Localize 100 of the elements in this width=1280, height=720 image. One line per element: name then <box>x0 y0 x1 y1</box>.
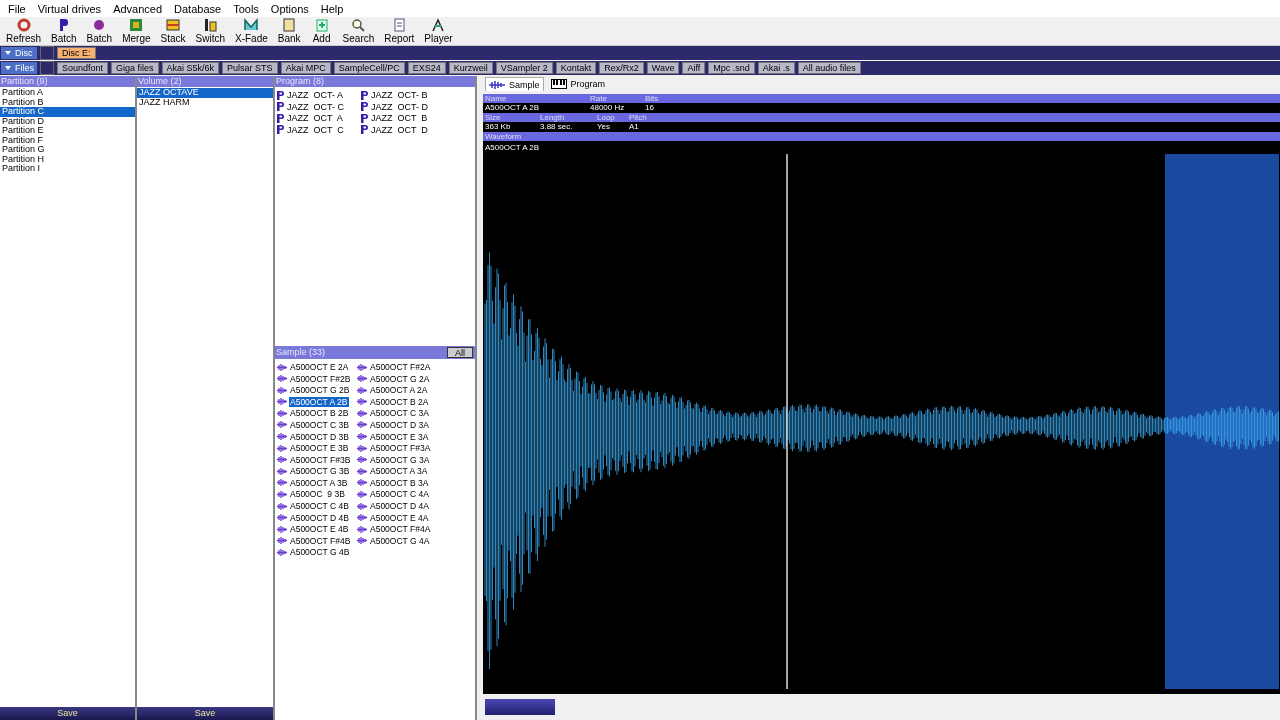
file-type-button[interactable]: Akai MPC <box>280 62 331 74</box>
file-type-button[interactable]: Aiff <box>682 62 706 74</box>
partition-item[interactable]: Partition A <box>0 88 135 98</box>
drive-button[interactable]: Disc E: <box>57 47 96 59</box>
sample-item[interactable]: A500OCT B 2B <box>289 408 350 419</box>
volume-item[interactable]: JAZZ HARM <box>137 97 273 107</box>
file-type-button[interactable]: Pulsar STS <box>222 62 278 74</box>
toolbar-button[interactable]: Batch <box>82 18 117 44</box>
sample-item[interactable]: A500OCT B 2A <box>369 396 430 407</box>
program-item[interactable]: JAZZ OCT- A <box>287 90 343 100</box>
menu-item[interactable]: Help <box>314 2 350 15</box>
partition-item[interactable]: Partition G <box>0 145 135 155</box>
save-button[interactable]: Save <box>137 707 273 720</box>
program-item[interactable]: JAZZ OCT B <box>371 113 428 123</box>
toolbar-button[interactable]: Batch <box>47 18 81 44</box>
files-dropdown[interactable]: Files <box>1 62 37 74</box>
sample-item[interactable]: A500OCT A 2B <box>289 396 349 407</box>
program-item[interactable]: JAZZ OCT- C <box>287 101 344 112</box>
sample-item[interactable]: A500OCT B 3A <box>369 477 430 488</box>
toolbar-button[interactable]: Refresh <box>2 18 45 44</box>
file-type-button[interactable]: Akai .s <box>757 62 795 74</box>
program-item[interactable]: JAZZ OCT- B <box>371 90 428 100</box>
sample-item[interactable]: A500OCT E 4B <box>289 524 350 535</box>
sample-item[interactable]: A500OCT D 4A <box>369 501 430 512</box>
partition-item[interactable]: Partition C <box>0 107 135 117</box>
sample-item[interactable]: A500OCT F#4A <box>369 524 432 535</box>
toolbar-button[interactable]: Switch <box>191 18 229 44</box>
toolbar-button[interactable]: Add <box>306 18 337 44</box>
file-type-button[interactable]: Giga files <box>111 62 159 74</box>
sample-item[interactable]: A500OCT D 3B <box>289 431 350 442</box>
partition-item[interactable]: Partition F <box>0 135 135 145</box>
sample-item[interactable]: A500OCT E 3B <box>289 443 350 454</box>
sample-item[interactable]: A500OCT G 4A <box>369 535 431 546</box>
sample-item[interactable]: A500OCT G 2B <box>289 385 351 396</box>
file-type-button[interactable]: Mpc .snd <box>708 62 755 74</box>
file-type-button[interactable]: Wave <box>646 62 680 74</box>
toolbar-button[interactable]: Stack <box>156 18 190 44</box>
sample-item[interactable]: A500OCT A 2A <box>369 385 429 396</box>
sample-item[interactable]: A500OCT A 3B <box>289 477 349 488</box>
sample-item[interactable]: A500OCT G 2A <box>369 373 431 384</box>
menu-item[interactable]: Options <box>264 2 315 15</box>
file-type-button[interactable]: Soundfont <box>57 62 109 74</box>
toolbar-button[interactable]: Report <box>380 18 419 44</box>
sample-item[interactable]: A500OCT C 3B <box>289 420 350 430</box>
file-type-button[interactable]: All audio files <box>797 62 861 74</box>
file-type-button[interactable]: SampleCell/PC <box>333 62 405 74</box>
field-label: Pitch <box>627 113 1280 122</box>
partition-item[interactable]: Partition I <box>0 164 135 174</box>
partition-item[interactable]: Partition D <box>0 116 135 126</box>
file-type-button[interactable]: Rex/Rx2 <box>599 62 644 74</box>
save-button[interactable]: Save <box>0 707 135 720</box>
program-item[interactable]: JAZZ OCT A <box>287 113 343 123</box>
menu-item[interactable]: File <box>2 2 32 15</box>
program-icon <box>361 113 368 123</box>
sample-item[interactable]: A500OCT F#2B <box>289 373 352 384</box>
program-item[interactable]: JAZZ OCT- D <box>371 101 428 112</box>
file-type-button[interactable]: VSampler 2 <box>495 62 553 74</box>
all-button[interactable]: All <box>447 347 473 358</box>
toolbar-button[interactable]: Bank <box>273 18 305 44</box>
menu-item[interactable]: Virtual drives <box>31 2 108 15</box>
file-type-button[interactable]: Kurzweil <box>448 62 493 74</box>
sample-item[interactable]: A500OCT C 3A <box>369 408 430 419</box>
sample-item[interactable]: A500OCT A 3A <box>369 466 429 477</box>
sample-item[interactable]: A500OCT F#3B <box>289 454 352 465</box>
sample-item[interactable]: A500OCT D 3A <box>369 420 430 430</box>
sample-item[interactable]: A500OCT G 4B <box>289 547 351 558</box>
sample-item[interactable]: A500OCT E 2A <box>289 362 350 373</box>
sample-item[interactable]: A500OCT C 4A <box>369 489 430 500</box>
sample-item[interactable]: A500OCT D 4B <box>289 512 350 523</box>
waveform-icon <box>357 467 367 475</box>
file-type-button[interactable]: EXS24 <box>407 62 446 74</box>
toolbar-button[interactable]: Merge <box>118 18 155 44</box>
file-type-button[interactable]: Akai S5k/6k <box>161 62 220 74</box>
sample-item[interactable]: A500OCT F#4B <box>289 535 352 546</box>
partition-item[interactable]: Partition B <box>0 97 135 107</box>
menu-item[interactable]: Database <box>168 2 228 15</box>
search-icon <box>351 18 366 32</box>
menu-item[interactable]: Advanced <box>107 2 169 15</box>
sample-item[interactable]: A500OCT E 3A <box>369 431 430 442</box>
partition-item[interactable]: Partition H <box>0 154 135 164</box>
sample-item[interactable]: A500OCT G 3B <box>289 466 351 477</box>
disc-dropdown[interactable]: Disc <box>1 47 37 59</box>
file-type-button[interactable]: Kontakt <box>555 62 597 74</box>
sample-item[interactable]: A500OCT G 3A <box>369 454 431 465</box>
program-item[interactable]: JAZZ OCT C <box>287 124 344 135</box>
menu-item[interactable]: Tools <box>227 2 265 15</box>
program-item[interactable]: JAZZ OCT D <box>371 124 428 135</box>
sample-item[interactable]: A500OCT E 4A <box>369 512 430 523</box>
volume-item[interactable]: JAZZ OCTAVE <box>137 88 273 98</box>
scroll-thumb[interactable] <box>485 699 555 715</box>
toolbar-button[interactable]: Player <box>420 18 457 44</box>
toolbar-button[interactable]: Search <box>338 18 379 44</box>
sample-item[interactable]: A500OC 9 3B <box>289 489 346 500</box>
partition-item[interactable]: Partition E <box>0 126 135 136</box>
tab[interactable]: Program <box>547 77 609 91</box>
sample-item[interactable]: A500OCT C 4B <box>289 501 350 512</box>
sample-item[interactable]: A500OCT F#2A <box>369 362 432 373</box>
tab[interactable]: Sample <box>485 77 544 91</box>
sample-item[interactable]: A500OCT F#3A <box>369 443 432 454</box>
toolbar-button[interactable]: X-Fade <box>231 18 272 44</box>
